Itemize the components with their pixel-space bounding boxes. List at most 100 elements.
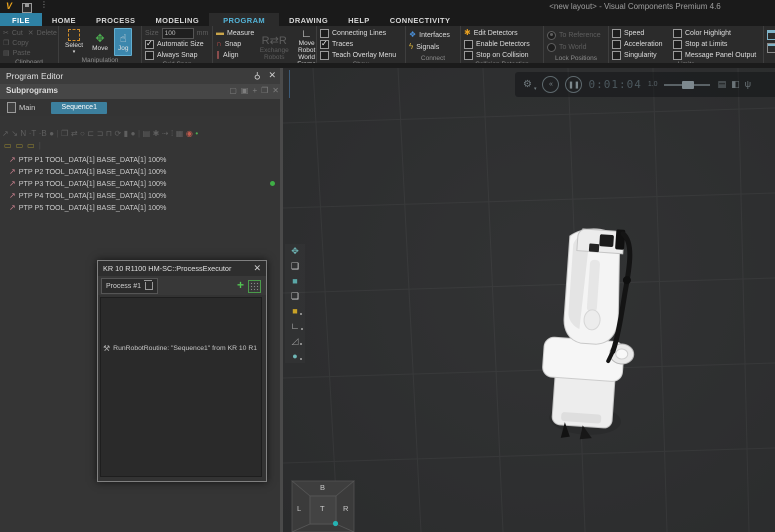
process-tab[interactable]: Process #1 <box>101 278 159 294</box>
edit-detectors-button[interactable]: Edit Detectors <box>474 30 518 37</box>
process-grid-view-icon[interactable] <box>248 280 261 293</box>
fit-view-icon[interactable]: ✥ <box>291 246 299 256</box>
move-robot-world-frame-button[interactable]: ∟Move Robot World Frame <box>294 28 319 63</box>
always-snap-checkbox[interactable] <box>145 50 154 60</box>
tab-process[interactable]: PROCESS <box>86 13 145 26</box>
simulation-settings-icon[interactable]: ⚙ <box>523 79 532 90</box>
delay-icon[interactable]: ● <box>49 129 54 138</box>
statement-row[interactable]: ↗ PTP P5 TOOL_DATA[1] BASE_DATA[1] 100% <box>0 201 283 213</box>
close-icon[interactable]: ✕ <box>268 70 276 81</box>
tab-help[interactable]: HELP <box>338 13 380 26</box>
color-highlight-checkbox[interactable] <box>673 28 682 38</box>
statement-row[interactable]: ↗ PTP P2 TOOL_DATA[1] BASE_DATA[1] 100% <box>0 165 283 177</box>
delete-button[interactable]: Delete <box>37 30 57 37</box>
delete-routine-icon[interactable]: ✕ <box>272 86 279 95</box>
repeat-icon[interactable]: ⟳ <box>115 129 122 138</box>
tab-modeling[interactable]: MODELING <box>145 13 209 26</box>
cut-button[interactable]: Cut <box>12 30 23 37</box>
statement-row[interactable]: ↗ PTP P1 TOOL_DATA[1] BASE_DATA[1] 100% <box>0 153 283 165</box>
rewind-button[interactable]: « <box>542 76 560 93</box>
signal-chart-icon[interactable]: ψ <box>745 79 751 90</box>
if-icon[interactable]: ⊏ <box>87 129 94 138</box>
move-button[interactable]: ✥ Move <box>89 28 111 56</box>
acceleration-checkbox[interactable] <box>612 39 621 49</box>
perspective-view-icon[interactable]: ❏ <box>291 291 299 301</box>
monitor-icon[interactable]: ▦ <box>176 129 184 138</box>
jump-icon[interactable]: ⇢ <box>162 129 169 138</box>
speed-slider[interactable] <box>663 80 710 89</box>
define-icon[interactable]: ✱ <box>153 129 160 138</box>
routine-tab-sequence1[interactable]: Sequence1 <box>51 101 108 114</box>
exchange-robots-button[interactable]: R⇄R Exchange Robots <box>257 28 291 63</box>
trash-icon[interactable] <box>144 280 154 290</box>
viewport-3d[interactable]: ⚙ ▾ « ❚❚ 0:01:04 1.0 ▤ ◧ ψ ✥ ❑ ■ ❏ ■ ∟ ◿ ● <box>283 68 775 532</box>
export-image-icon[interactable]: ▤ <box>718 79 727 90</box>
navigation-cube[interactable]: B L T R <box>291 480 355 532</box>
tab-connectivity[interactable]: CONNECTIVITY <box>380 13 461 26</box>
to-world-radio[interactable] <box>547 42 556 52</box>
copy-button[interactable]: Copy <box>12 40 28 47</box>
save-icon[interactable] <box>22 3 32 13</box>
cube-label-back[interactable]: B <box>320 483 325 492</box>
stop-on-collision-checkbox[interactable] <box>464 50 473 60</box>
traces-checkbox[interactable] <box>320 39 329 49</box>
measure-button[interactable]: Measure <box>227 30 254 37</box>
signals-button[interactable]: Signals <box>416 44 439 51</box>
while-icon[interactable]: ○ <box>80 129 85 138</box>
call-routine-icon[interactable]: ❐ <box>61 129 68 138</box>
render-mode-icon[interactable]: ■ <box>292 306 303 316</box>
close-icon[interactable]: ✕ <box>253 263 261 274</box>
swap-icon[interactable]: ⇄ <box>71 129 78 138</box>
robot-model[interactable] <box>519 220 669 450</box>
print-icon[interactable]: ▤ <box>143 129 151 138</box>
teach-overlay-checkbox[interactable] <box>320 50 329 60</box>
view-presets-icon[interactable]: ● <box>292 351 303 361</box>
automatic-size-checkbox[interactable] <box>145 39 154 49</box>
cube-label-top[interactable]: T <box>320 504 325 513</box>
quick-access-customize-icon[interactable]: ⋮ <box>40 0 48 9</box>
tab-program[interactable]: PROGRAM <box>209 13 280 26</box>
to-reference-radio[interactable] <box>547 30 556 40</box>
process-statement-icon[interactable]: ▭ <box>27 141 35 150</box>
frame-type-icon[interactable]: ∟ <box>291 321 304 331</box>
simulation-speed[interactable]: 1.0 <box>648 81 658 88</box>
cube-label-right[interactable]: R <box>343 504 348 513</box>
jog-button[interactable]: ☝ Jog <box>113 28 133 56</box>
signal-state-icon[interactable]: • <box>195 129 198 138</box>
set-tool-icon[interactable]: ·T <box>29 129 37 138</box>
pin-icon[interactable]: ⚲ <box>254 70 261 81</box>
lin-motion-icon[interactable]: ↘ <box>11 129 18 138</box>
routine-tab-main[interactable]: Main <box>7 102 35 113</box>
set-base-icon[interactable]: ·B <box>39 129 47 138</box>
tab-home[interactable]: HOME <box>42 13 86 26</box>
loop-icon[interactable]: ⊓ <box>106 129 112 138</box>
connecting-lines-checkbox[interactable] <box>320 28 329 38</box>
speed-checkbox[interactable] <box>612 28 621 38</box>
snap-button[interactable]: Snap <box>225 41 241 48</box>
tab-file[interactable]: FILE <box>0 13 42 26</box>
cube-label-left[interactable]: L <box>297 504 301 513</box>
process-executor-window[interactable]: KR 10 R1100 HM-SC::ProcessExecutor ✕ Pro… <box>97 260 267 482</box>
signal-action-icon[interactable]: ◉ <box>186 129 193 138</box>
more-icon[interactable]: ⁞ <box>171 129 173 138</box>
tab-drawing[interactable]: DRAWING <box>279 13 338 26</box>
add-routine-icon[interactable]: + <box>252 86 257 95</box>
fullscreen-icon[interactable]: ❑ <box>291 261 299 271</box>
slider-handle[interactable] <box>681 80 694 89</box>
process-statement-row[interactable]: ⚒ RunRobotRoutine: "Sequence1" from KR 1… <box>103 342 257 355</box>
enable-detectors-checkbox[interactable] <box>464 39 473 49</box>
else-icon[interactable]: ⊐ <box>97 129 104 138</box>
comment-icon[interactable]: ● <box>131 129 136 138</box>
paste-button[interactable]: Paste <box>13 50 31 57</box>
copy-routine-icon[interactable]: ❐ <box>261 86 268 95</box>
process-statement-icon[interactable]: ▭ <box>4 141 12 150</box>
view-plane-icon[interactable]: ■ <box>292 276 297 286</box>
message-panel-output-checkbox[interactable] <box>673 50 682 60</box>
record-video-icon[interactable]: ◧ <box>731 79 740 90</box>
statement-row[interactable]: ↗ PTP P3 TOOL_DATA[1] BASE_DATA[1] 100% <box>0 177 283 189</box>
singularity-checkbox[interactable] <box>612 50 621 60</box>
select-button[interactable]: Select ▾ <box>62 28 86 56</box>
statement-row[interactable]: ↗ PTP P4 TOOL_DATA[1] BASE_DATA[1] 100% <box>0 189 283 201</box>
stop-at-limits-checkbox[interactable] <box>673 39 682 49</box>
import-routine-icon[interactable]: ▣ <box>241 86 249 95</box>
